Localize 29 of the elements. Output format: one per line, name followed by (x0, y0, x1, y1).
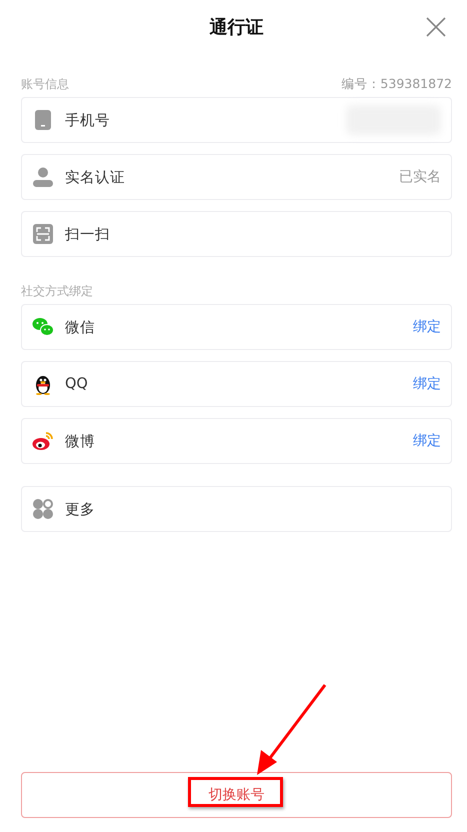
grid-icon (32, 498, 54, 520)
section-label: 社交方式绑定 (21, 282, 93, 300)
item-label: 更多 (65, 500, 96, 518)
eye-logo-icon (32, 430, 54, 452)
bind-link[interactable]: 绑定 (413, 375, 441, 393)
chat-bubbles-icon (32, 316, 54, 338)
account-item[interactable]: 手机号 (21, 97, 452, 143)
account-number: 编号：539381872 (341, 76, 452, 92)
social-item[interactable]: 微信 绑定 (21, 304, 452, 350)
section-label: 账号信息 (21, 76, 69, 92)
person-icon (32, 166, 54, 188)
item-value: 已实名 (399, 168, 441, 186)
item-label: QQ (65, 376, 89, 392)
scan-icon (32, 223, 54, 245)
item-label: 实名认证 (65, 168, 126, 186)
item-label: 手机号 (65, 112, 111, 130)
item-label: 微信 (65, 318, 96, 336)
account-item[interactable]: 扫一扫 (21, 211, 452, 257)
social-item[interactable]: QQ 绑定 (21, 361, 452, 407)
bind-link[interactable]: 绑定 (413, 432, 441, 450)
page-title: 通行证 (210, 16, 264, 39)
social-item[interactable]: 微博 绑定 (21, 418, 452, 464)
item-label: 微博 (65, 432, 96, 450)
switch-account-button[interactable]: 切换账号 (21, 772, 452, 818)
more-item[interactable]: 更多 (21, 486, 452, 532)
item-label: 扫一扫 (65, 226, 111, 244)
account-item[interactable]: 实名认证 已实名 (21, 154, 452, 200)
phone-icon (32, 109, 54, 131)
bind-link[interactable]: 绑定 (413, 318, 441, 336)
